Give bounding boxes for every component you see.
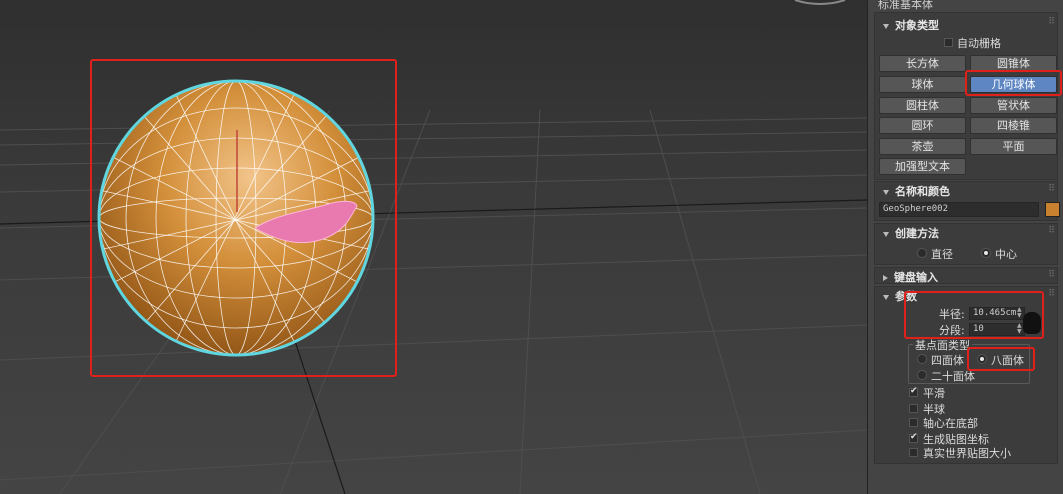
cylinder-button[interactable]: 圆柱体 bbox=[879, 97, 966, 114]
collapse-arrow-icon bbox=[883, 23, 889, 29]
real-world-map-checkbox[interactable] bbox=[909, 448, 918, 457]
tube-button[interactable]: 管状体 bbox=[970, 97, 1057, 114]
grip-icon: ⠿ bbox=[1048, 289, 1055, 299]
grip-icon: ⠿ bbox=[1048, 184, 1055, 194]
name-color-header[interactable]: 名称和颜色 bbox=[883, 183, 950, 199]
object-type-header[interactable]: 对象类型 bbox=[883, 17, 939, 33]
name-color-rollout: 名称和颜色 ⠿ GeoSphere002 bbox=[874, 181, 1060, 221]
sphere-button[interactable]: 球体 bbox=[879, 76, 966, 93]
viewcube-arc bbox=[794, 0, 846, 5]
hemisphere-checkbox[interactable] bbox=[909, 404, 918, 413]
teapot-button[interactable]: 茶壶 bbox=[879, 138, 966, 155]
primitive-category[interactable]: 标准基本体 bbox=[878, 0, 933, 12]
base-type-label: 基点面类型 bbox=[913, 337, 972, 353]
sphere-highlight-box bbox=[90, 59, 397, 377]
icosa-radio[interactable] bbox=[917, 370, 927, 380]
keyboard-entry-header[interactable]: 键盘输入 bbox=[883, 269, 938, 285]
grip-icon: ⠿ bbox=[1048, 270, 1055, 280]
octa-highlight-box bbox=[967, 347, 1035, 371]
smooth-checkbox[interactable] bbox=[909, 386, 918, 397]
object-name-field[interactable]: GeoSphere002 bbox=[879, 202, 1039, 217]
command-panel: 标准基本体 对象类型 ⠿ 自动栅格 长方体 圆锥体 球体 几何球体 圆柱体 管状… bbox=[867, 0, 1063, 494]
creation-method-header[interactable]: 创建方法 bbox=[883, 225, 939, 241]
tetra-label: 四面体 bbox=[931, 354, 964, 367]
center-radio[interactable] bbox=[981, 248, 991, 258]
collapse-arrow-icon bbox=[883, 294, 889, 300]
text-plus-button[interactable]: 加强型文本 bbox=[879, 158, 966, 175]
keyboard-entry-rollout: 键盘输入 ⠿ bbox=[874, 267, 1058, 284]
geosphere-highlight-box bbox=[965, 70, 1062, 96]
gen-mapping-checkbox[interactable] bbox=[909, 432, 918, 443]
object-type-rollout: 对象类型 ⠿ 自动栅格 长方体 圆锥体 球体 几何球体 圆柱体 管状体 圆环 四… bbox=[874, 12, 1058, 180]
auto-grid-label: 自动栅格 bbox=[957, 37, 1001, 50]
radius-segments-highlight-box bbox=[904, 291, 1044, 339]
plane-button[interactable]: 平面 bbox=[970, 138, 1057, 155]
diameter-radio[interactable] bbox=[917, 248, 927, 258]
grip-icon: ⠿ bbox=[1048, 17, 1055, 27]
collapse-arrow-icon bbox=[883, 231, 889, 237]
diameter-label: 直径 bbox=[931, 248, 953, 261]
expand-arrow-icon bbox=[883, 275, 888, 281]
creation-method-rollout: 创建方法 ⠿ 直径 中心 bbox=[874, 223, 1058, 265]
object-color-swatch[interactable] bbox=[1045, 202, 1060, 217]
collapse-arrow-icon bbox=[883, 189, 889, 195]
base-pivot-label: 轴心在底部 bbox=[923, 417, 978, 430]
tetra-radio[interactable] bbox=[917, 354, 927, 364]
grip-icon: ⠿ bbox=[1048, 226, 1055, 236]
smooth-label: 平滑 bbox=[923, 387, 945, 400]
torus-button[interactable]: 圆环 bbox=[879, 117, 966, 134]
pyramid-button[interactable]: 四棱锥 bbox=[970, 117, 1057, 134]
perspective-viewport[interactable] bbox=[0, 0, 867, 494]
auto-grid-checkbox[interactable] bbox=[944, 38, 953, 47]
box-button[interactable]: 长方体 bbox=[879, 55, 966, 72]
center-label: 中心 bbox=[995, 248, 1017, 261]
real-world-map-label: 真实世界贴图大小 bbox=[923, 447, 1011, 460]
base-pivot-checkbox[interactable] bbox=[909, 418, 918, 427]
